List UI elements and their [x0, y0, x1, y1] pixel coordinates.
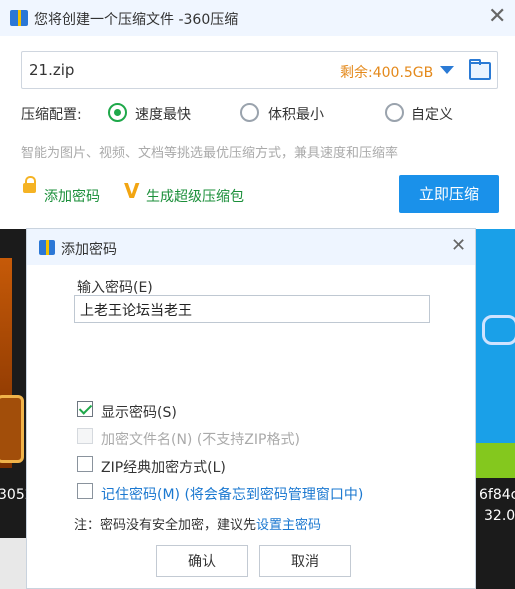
window-title: 您将创建一个压缩文件 -360压缩	[34, 12, 239, 28]
password-label: 输入密码(E)	[77, 280, 153, 296]
encrypt-filename-checkbox	[77, 428, 93, 444]
background-selected-item	[0, 395, 24, 463]
set-master-password-link[interactable]: 设置主密码	[256, 518, 321, 533]
v-icon[interactable]: V	[124, 181, 139, 201]
radio-smallest[interactable]	[240, 103, 259, 122]
background-right-subtext: 32.0	[484, 508, 515, 524]
add-password-dialog: 添加密码 ✕ 输入密码(E) 上老王论坛当老王 显示密码(S) 加密文件名(N)…	[26, 228, 476, 589]
close-icon[interactable]: ✕	[488, 6, 506, 28]
app-logo-icon	[10, 10, 28, 26]
window-titlebar: 您将创建一个压缩文件 -360压缩 ✕	[0, 0, 515, 36]
compress-now-button[interactable]: 立即压缩	[399, 175, 499, 213]
remember-password-label[interactable]: 记住密码(M) (将会备忘到密码管理窗口中)	[101, 484, 363, 504]
compress-window: 您将创建一个压缩文件 -360压缩 ✕ 21.zip 剩余:400.5GB 压缩…	[0, 0, 515, 229]
background-right-text: 6f84c	[479, 487, 515, 503]
app-logo-icon	[39, 240, 55, 255]
encrypt-filename-label: 加密文件名(N) (不支持ZIP格式)	[101, 432, 300, 448]
security-note-text: 注：密码没有安全加密，建议先	[74, 518, 257, 533]
file-name-value[interactable]: 21.zip	[29, 61, 74, 79]
security-note: 注：密码没有安全加密，建议先设置主密码	[74, 514, 321, 533]
remaining-space: 剩余:400.5GB	[340, 65, 434, 81]
ok-button[interactable]: 确认	[156, 545, 248, 577]
close-icon[interactable]: ✕	[451, 237, 466, 255]
show-password-label[interactable]: 显示密码(S)	[101, 402, 177, 422]
background-panel	[0, 538, 27, 589]
add-password-link[interactable]: 添加密码	[44, 186, 100, 206]
zip-classic-label[interactable]: ZIP经典加密方式(L)	[101, 457, 226, 477]
dialog-titlebar: 添加密码 ✕	[27, 229, 475, 265]
chevron-down-icon[interactable]	[440, 66, 454, 74]
dialog-title: 添加密码	[61, 242, 117, 258]
password-value[interactable]: 上老王论坛当老王	[80, 300, 192, 320]
radio-smallest-label[interactable]: 体积最小	[268, 104, 324, 124]
compress-config-label: 压缩配置:	[21, 107, 82, 123]
zip-classic-checkbox[interactable]	[77, 456, 93, 472]
background-logo-icon	[482, 315, 515, 345]
radio-custom[interactable]	[385, 103, 404, 122]
lock-icon[interactable]	[23, 176, 36, 193]
radio-fastest-label[interactable]: 速度最快	[135, 104, 191, 124]
password-input[interactable]: 上老王论坛当老王	[74, 295, 430, 323]
show-password-checkbox[interactable]	[77, 401, 93, 417]
remember-password-checkbox[interactable]	[77, 483, 93, 499]
config-hint: 智能为图片、视频、文档等挑选最优压缩方式，兼具速度和压缩率	[21, 146, 399, 161]
folder-icon[interactable]	[469, 59, 491, 80]
radio-fastest[interactable]	[108, 103, 127, 122]
background-thumbnail-right	[476, 228, 515, 478]
radio-custom-label[interactable]: 自定义	[411, 104, 453, 124]
super-package-link[interactable]: 生成超级压缩包	[146, 186, 244, 206]
output-file-field[interactable]: 21.zip 剩余:400.5GB	[21, 51, 498, 89]
cancel-button[interactable]: 取消	[259, 545, 351, 577]
